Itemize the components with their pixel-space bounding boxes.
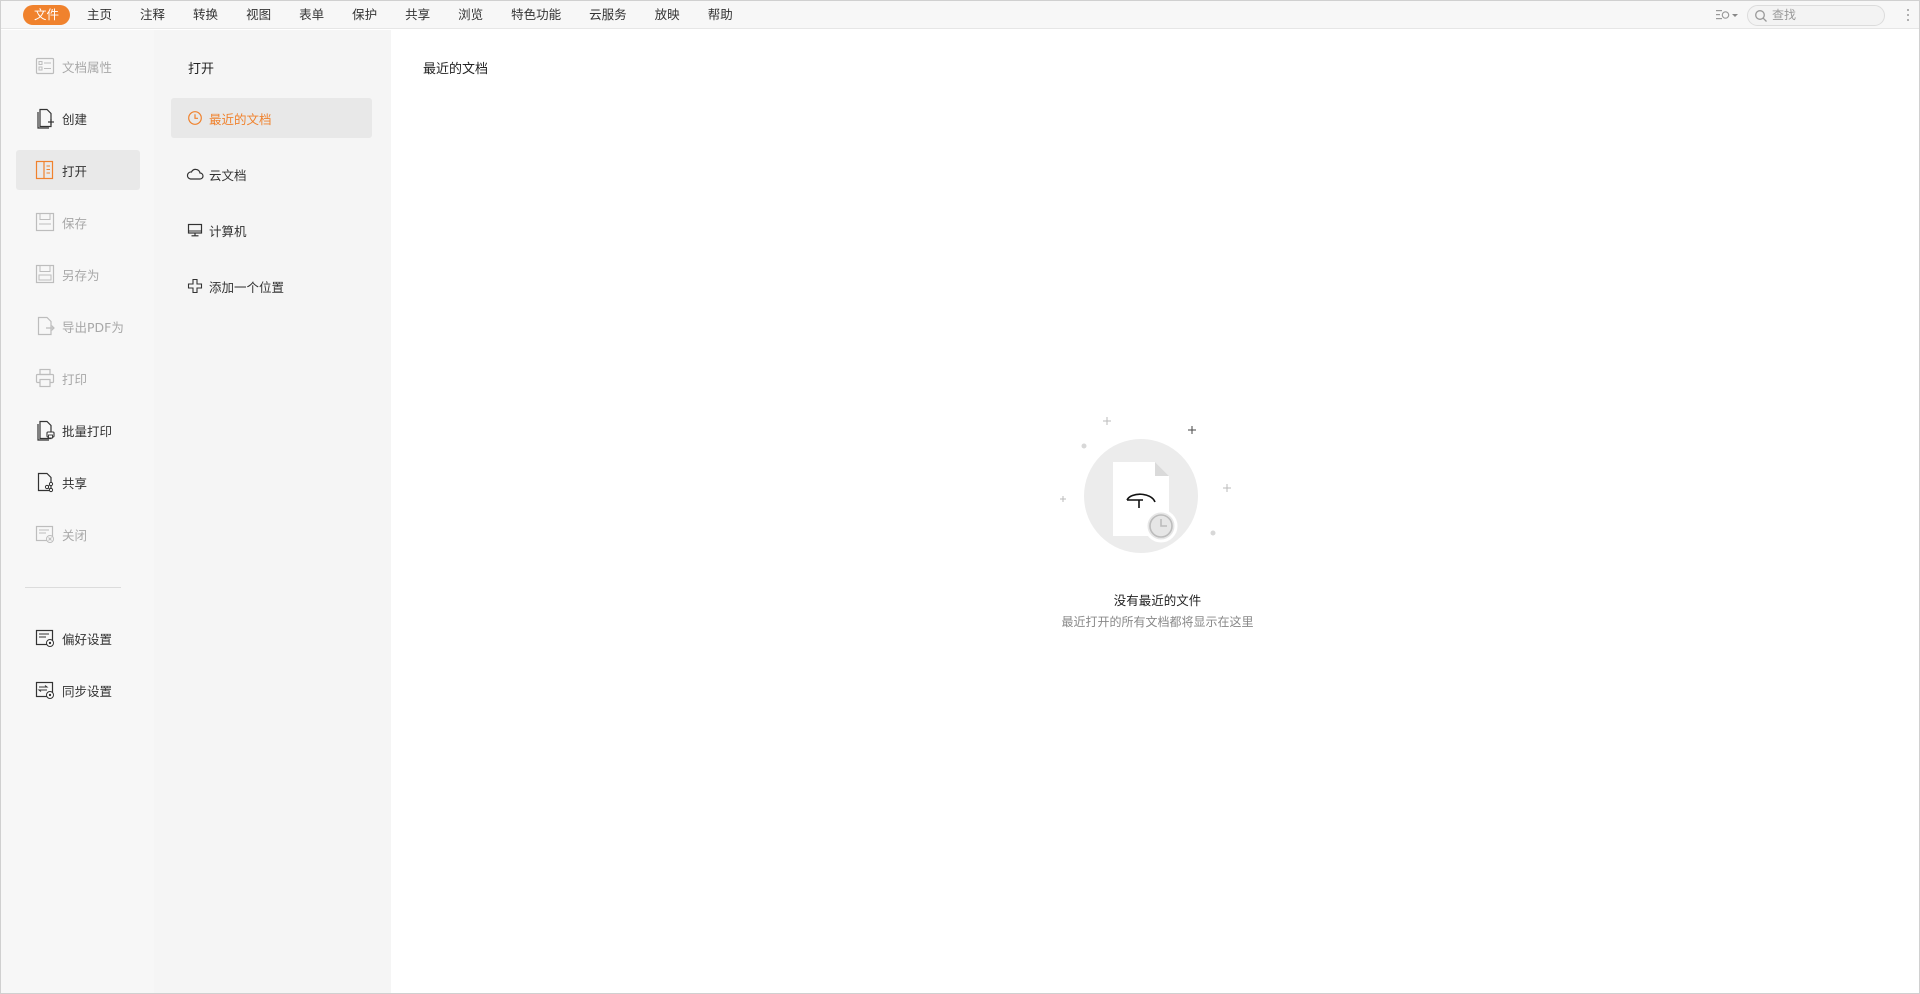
nav-label: 共享 [62,475,88,491]
nav-label: 创建 [62,111,88,127]
menu-browse[interactable]: 浏览 [447,5,494,25]
menu-file[interactable]: 文件 [23,4,71,25]
nav-label: 同步设置 [62,683,113,699]
computer-icon [186,221,204,239]
location-label: 云文档 [209,167,247,183]
nav-label: 关闭 [62,527,88,543]
menu-convert[interactable]: 转换 [182,5,229,25]
empty-state-subtitle: 最近打开的所有文档都将显示在这里 [1061,615,1254,629]
backstage-nav: 文档属性 创建 打开 保存 另存为 导出PDF为 打印 批量打印 共享 关闭 偏… [1,30,154,993]
chevron-down-icon [1731,11,1739,19]
open-icon [34,159,56,181]
location-label: 添加一个位置 [209,279,285,295]
nav-export-pdf[interactable]: 导出PDF为 [16,306,140,346]
sync-settings-icon [34,679,56,701]
close-document-icon [34,523,56,545]
nav-batch-print[interactable]: 批量打印 [16,410,140,450]
menu-bar: 文件 主页 注释 转换 视图 表单 保护 共享 浏览 特色功能 云服务 放映 帮… [1,1,1919,29]
share-icon [34,471,56,493]
menu-view[interactable]: 视图 [235,5,282,25]
nav-share[interactable]: 共享 [16,462,140,502]
nav-sync-settings[interactable]: 同步设置 [16,670,140,710]
clock-icon [186,109,204,127]
more-dot [1907,9,1909,11]
menu-form[interactable]: 表单 [288,5,335,25]
location-cloud-documents[interactable]: 云文档 [171,154,372,194]
nav-create[interactable]: 创建 [16,98,140,138]
location-label: 计算机 [209,223,247,239]
nav-label: 批量打印 [62,423,113,439]
nav-label: 另存为 [62,267,100,283]
cloud-icon [186,165,204,183]
nav-save[interactable]: 保存 [16,202,140,242]
nav-label: 偏好设置 [62,631,113,647]
menu-features[interactable]: 特色功能 [500,5,572,25]
search-icon [1754,9,1768,27]
menu-cloud[interactable]: 云服务 [578,5,638,25]
batch-print-icon [34,419,56,441]
menu-protect[interactable]: 保护 [341,5,388,25]
nav-close[interactable]: 关闭 [16,514,140,554]
add-location-icon [186,277,204,295]
menu-annotate[interactable]: 注释 [129,5,176,25]
nav-open[interactable]: 打开 [16,150,140,190]
nav-save-as[interactable]: 另存为 [16,254,140,294]
nav-document-properties[interactable]: 文档属性 [16,46,140,86]
panel-title: 打开 [188,62,215,77]
nav-label: 打印 [62,371,88,387]
empty-state-title: 没有最近的文件 [1113,593,1202,608]
more-dot [1907,14,1909,16]
recent-documents-view: 最近的文档 没有最近的文件 最近打开的所有文档都将显示在这里 [391,30,1919,993]
ribbon-layout-button[interactable] [1715,8,1739,22]
save-as-icon [34,263,56,285]
nav-label: 导出PDF为 [62,319,124,335]
location-computer[interactable]: 计算机 [171,210,372,250]
app-window: 文件 主页 注释 转换 视图 表单 保护 共享 浏览 特色功能 云服务 放映 帮… [0,0,1920,994]
menubar-right [1715,1,1919,29]
print-icon [34,367,56,389]
nav-divider [25,587,121,588]
menu-present[interactable]: 放映 [644,5,691,25]
search-input[interactable] [1772,8,1884,22]
nav-preferences[interactable]: 偏好设置 [16,618,140,658]
location-label: 最近的文档 [209,111,272,127]
nav-label: 文档属性 [62,59,113,75]
create-icon [34,107,56,129]
open-locations-panel: 打开 最近的文档 云文档 计算机 添加一个位置 [154,30,391,993]
nav-print[interactable]: 打印 [16,358,140,398]
empty-documents-illustration [1060,417,1231,553]
more-dot [1907,19,1909,21]
more-menu-button[interactable] [1903,7,1913,23]
menu-share[interactable]: 共享 [394,5,441,25]
menu-help[interactable]: 帮助 [697,5,744,25]
ribbon-layout-icon [1715,8,1731,22]
menu-home[interactable]: 主页 [76,5,123,25]
export-pdf-icon [34,315,56,337]
document-properties-icon [34,55,56,77]
nav-label: 保存 [62,215,88,231]
search-box[interactable] [1747,4,1885,27]
location-recent-documents[interactable]: 最近的文档 [171,98,372,138]
save-icon [34,211,56,233]
location-add-place[interactable]: 添加一个位置 [171,266,372,306]
nav-label: 打开 [62,163,88,179]
preferences-icon [34,627,56,649]
empty-state: 没有最近的文件 最近打开的所有文档都将显示在这里 [391,30,1919,993]
